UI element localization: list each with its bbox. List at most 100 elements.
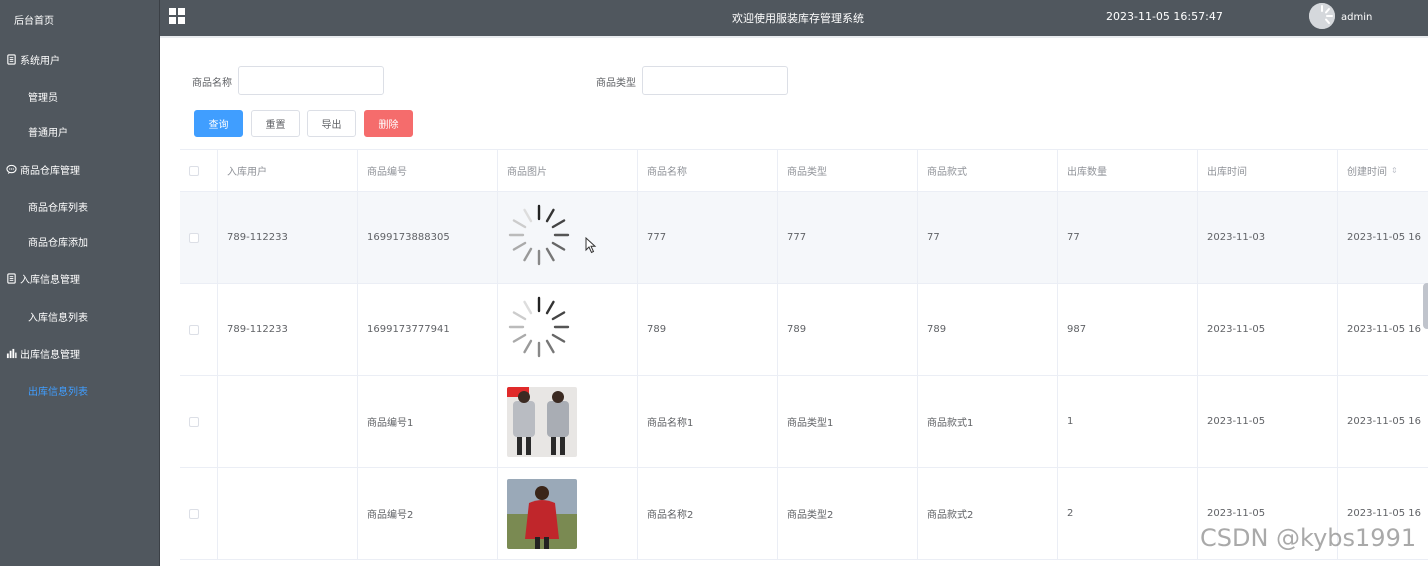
- sidebar-item-goods-list[interactable]: 商品仓库列表: [28, 199, 88, 214]
- code-cell: 1699173888305: [358, 192, 498, 283]
- header-title: 欢迎使用服装库存管理系统: [732, 12, 864, 25]
- outbound-time-cell: 2023-11-05: [1198, 284, 1338, 375]
- style-cell: 789: [918, 284, 1058, 375]
- sidebar-group-outbound[interactable]: 出库信息管理: [6, 346, 80, 361]
- created-cell: 2023-11-05 16: [1338, 376, 1428, 467]
- image-cell: [498, 192, 638, 283]
- created-cell: 2023-11-05 16: [1338, 192, 1428, 283]
- cell-text: 1: [1067, 416, 1074, 427]
- cell-text: 2023-11-05 16: [1347, 416, 1422, 427]
- avatar-spinner-icon: [1309, 3, 1335, 29]
- cell-text: 商品款式1: [927, 418, 974, 429]
- product-image[interactable]: [507, 295, 577, 365]
- column-header-style: 商品款式: [918, 150, 1058, 191]
- cell-text: 2: [1067, 508, 1074, 519]
- name-search-input[interactable]: [238, 66, 384, 95]
- cell-text: 2023-11-05: [1207, 508, 1266, 519]
- cell-text: 2023-11-05 16: [1347, 232, 1422, 243]
- user-cell: [218, 376, 358, 467]
- sidebar-group-label: 出库信息管理: [20, 350, 80, 361]
- user-cell: 789-112233: [218, 192, 358, 283]
- page-scrollbar-thumb[interactable]: [1423, 283, 1428, 329]
- user-cell: [218, 468, 358, 559]
- column-header-label: 商品款式: [927, 167, 967, 178]
- grid-menu-icon[interactable]: [169, 8, 185, 24]
- column-header-image: 商品图片: [498, 150, 638, 191]
- header-shadow: [160, 36, 1428, 38]
- cell-text: 商品款式2: [927, 510, 974, 521]
- outbound-table: 入库用户 商品编号 商品图片 商品名称 商品类型 商品款式 出库数量 出库时间 …: [180, 149, 1428, 566]
- column-header-label: 商品编号: [367, 167, 407, 178]
- table-row[interactable]: 789-112233 1699173777941 789 789 789 987 2023-…: [180, 284, 1428, 376]
- style-cell: 商品款式1: [918, 376, 1058, 467]
- document-icon: [7, 273, 16, 284]
- column-header-name: 商品名称: [638, 150, 778, 191]
- select-cell: [180, 468, 218, 559]
- select-cell: [180, 192, 218, 283]
- table-row[interactable]: 789-112233 1699173888305 777 777 77 77 2023-11…: [180, 192, 1428, 284]
- style-cell: 77: [918, 192, 1058, 283]
- cell-text: 789: [647, 324, 667, 335]
- avatar[interactable]: [1309, 3, 1335, 29]
- column-header-type: 商品类型: [778, 150, 918, 191]
- column-header-label: 商品名称: [647, 167, 687, 178]
- header-datetime: 2023-11-05 16:57:47: [1106, 10, 1223, 23]
- row-checkbox[interactable]: [189, 416, 199, 427]
- export-button[interactable]: 导出: [307, 110, 356, 137]
- code-cell: 商品编号1: [358, 376, 498, 467]
- sidebar-group-label: 入库信息管理: [20, 275, 80, 286]
- row-checkbox[interactable]: [189, 324, 199, 335]
- row-checkbox[interactable]: [189, 508, 199, 519]
- cell-text: 商品编号1: [367, 418, 414, 429]
- delete-button[interactable]: 删除: [364, 110, 413, 137]
- sidebar-group-system-users[interactable]: 系统用户: [6, 52, 60, 67]
- select-cell: [180, 376, 218, 467]
- cell-text: 商品类型1: [787, 418, 834, 429]
- cell-text: 商品名称1: [647, 418, 694, 429]
- cell-text: 789: [787, 324, 807, 335]
- cell-text: 商品名称2: [647, 510, 694, 521]
- type-cell: 商品类型1: [778, 376, 918, 467]
- reset-button[interactable]: 重置: [251, 110, 300, 137]
- header-username[interactable]: admin: [1341, 12, 1372, 23]
- name-search-label: 商品名称: [192, 78, 232, 89]
- name-cell: 商品名称1: [638, 376, 778, 467]
- quantity-cell: 1: [1058, 376, 1198, 467]
- row-checkbox[interactable]: [189, 232, 199, 243]
- cell-text: 777: [787, 232, 807, 243]
- query-button[interactable]: 查询: [194, 110, 243, 137]
- image-cell: [498, 468, 638, 559]
- sidebar-item-users[interactable]: 普通用户: [28, 124, 68, 139]
- sidebar-item-home[interactable]: 后台首页: [14, 12, 54, 27]
- cell-text: 1699173777941: [367, 324, 450, 335]
- select-all-checkbox[interactable]: [189, 165, 199, 176]
- type-search-input[interactable]: [642, 66, 788, 95]
- table-header-row: 入库用户 商品编号 商品图片 商品名称 商品类型 商品款式 出库数量 出库时间 …: [180, 150, 1428, 192]
- type-cell: 789: [778, 284, 918, 375]
- column-header-label: 创建时间: [1347, 167, 1387, 178]
- cell-text: 2023-11-05 16: [1347, 324, 1422, 335]
- user-cell: 789-112233: [218, 284, 358, 375]
- cell-text: 商品编号2: [367, 510, 414, 521]
- product-image[interactable]: [507, 478, 577, 549]
- sidebar-item-goods-add[interactable]: 商品仓库添加: [28, 234, 88, 249]
- sidebar-item-outbound-list[interactable]: 出库信息列表: [28, 383, 88, 398]
- sidebar-item-inbound-list[interactable]: 入库信息列表: [28, 309, 88, 324]
- grey-coat-photo: [507, 386, 577, 457]
- type-cell: 777: [778, 192, 918, 283]
- table-row[interactable]: 商品编号1 商品名称1 商品类型1 商品款式1 1 2023-11-05 2023-11-0…: [180, 376, 1428, 468]
- sidebar-group-goods-warehouse[interactable]: 商品仓库管理: [6, 162, 80, 177]
- sidebar-item-admin[interactable]: 管理员: [28, 89, 58, 104]
- product-image[interactable]: [507, 203, 577, 273]
- type-cell: 商品类型2: [778, 468, 918, 559]
- cell-text: 789: [927, 324, 947, 335]
- chat-icon: [6, 164, 17, 175]
- column-header-created[interactable]: 创建时间 ⇕: [1338, 150, 1428, 191]
- cell-text: 1699173888305: [367, 232, 450, 243]
- created-cell: 2023-11-05 16: [1338, 284, 1428, 375]
- sidebar-group-inbound[interactable]: 入库信息管理: [6, 271, 80, 286]
- cell-text: 777: [647, 232, 667, 243]
- name-cell: 777: [638, 192, 778, 283]
- sort-icon[interactable]: ⇕: [1391, 166, 1398, 175]
- product-image[interactable]: [507, 386, 577, 457]
